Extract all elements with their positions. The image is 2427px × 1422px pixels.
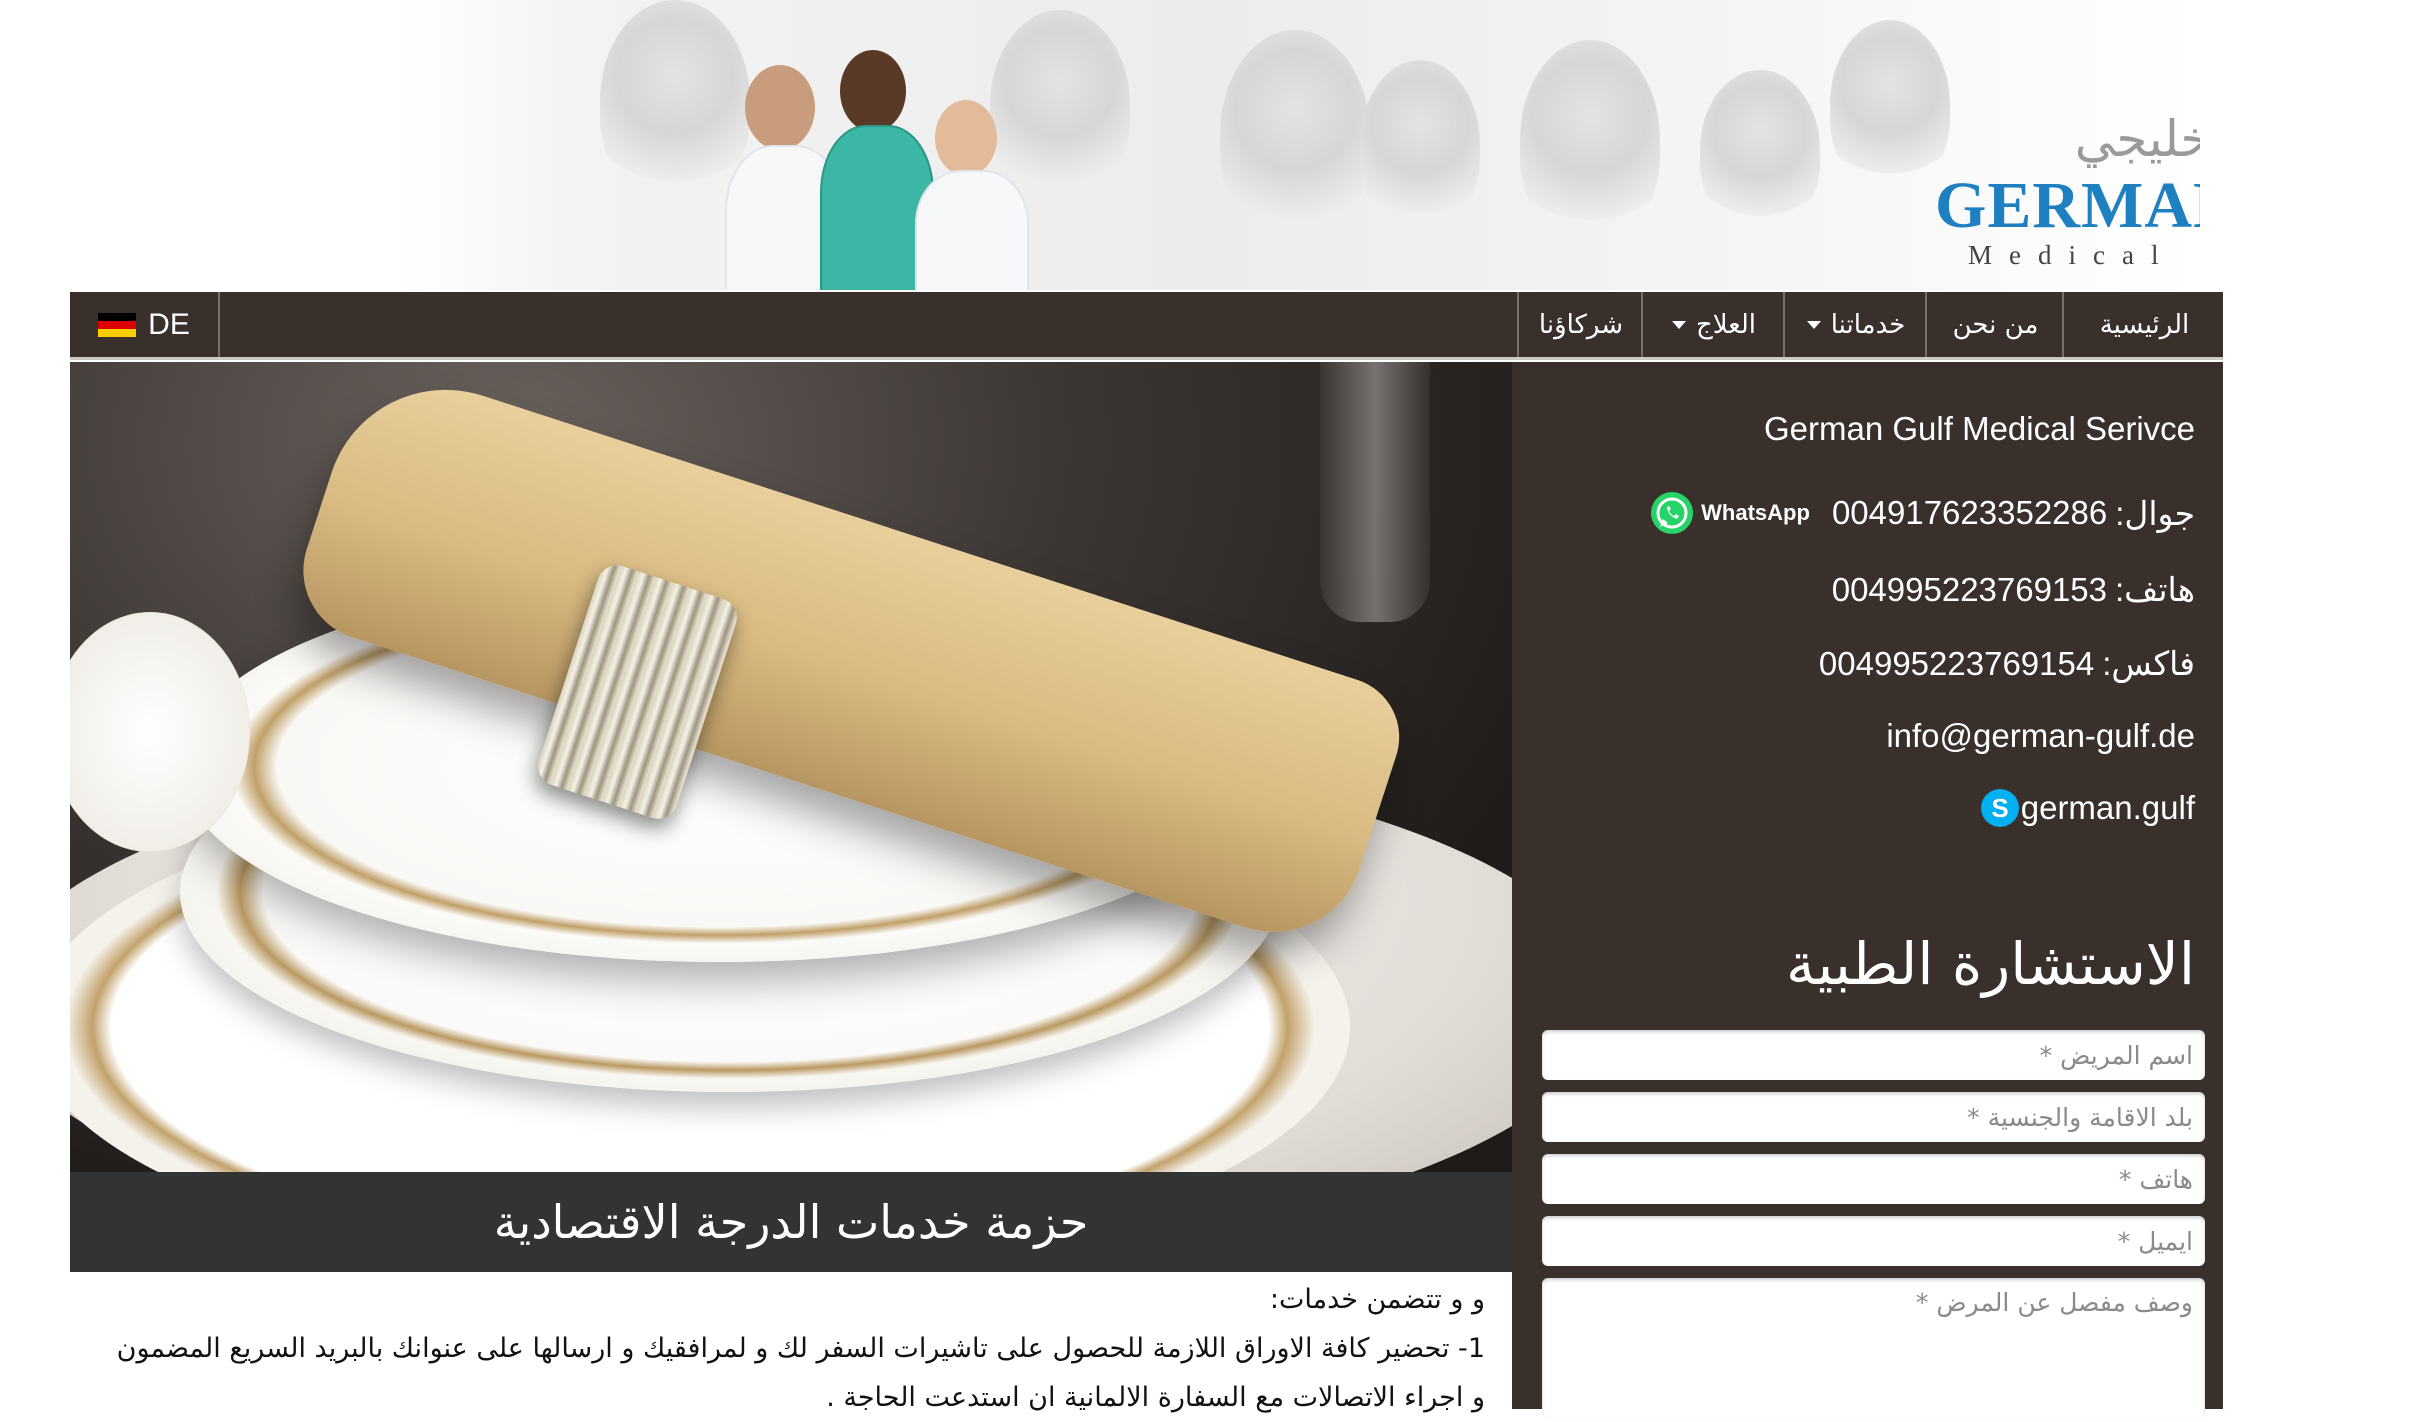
description-line: و و تتضمن خدمات: [1269,1284,1485,1315]
description-line: و اجراء الاتصالات مع السفارة الالمانية ا… [826,1382,1485,1413]
nav-about[interactable]: من نحن [1925,292,2064,357]
country-nationality-input[interactable] [1542,1092,2205,1142]
nav-partners[interactable]: شركاؤنا [1517,292,1643,357]
nav-partners-label: شركاؤنا [1538,309,1624,340]
package-description: و و تتضمن خدمات: 1- تحضير كافة الاوراق ا… [90,1275,1485,1422]
mobile-number[interactable]: 004917623352286 [1832,494,2107,532]
phone-row: هاتف: 004995223769153 [1832,570,2195,609]
company-name: German Gulf Medical Serivce [1764,410,2195,447]
fax-number: 004995223769154 [1818,644,2095,682]
mobile-row: جوال: 004917623352286 WhatsApp [1649,490,2195,536]
main-navbar: DE الرئيسية من نحن خدماتنا العلاج شركاؤن… [70,292,2223,360]
fax-row: فاكس: 004995223769154 [1819,644,2195,683]
skype-icon: S [1980,789,2019,827]
language-label: DE [148,307,190,341]
nav-services-dropdown[interactable]: خدماتنا [1783,292,1927,357]
consultation-form-title: الاستشارة الطبية [1785,930,2195,998]
banner-person-silhouette [1520,40,1660,240]
email-input[interactable] [1542,1216,2205,1266]
svg-text:S: S [1991,793,2008,823]
hero-image [70,362,1512,1172]
banner-person-silhouette [1830,20,1950,190]
header-banner: الألماني الخليجي GERMAN GULF Medical Ser… [400,0,2200,290]
illness-description-textarea[interactable] [1542,1278,2205,1418]
skype-row[interactable]: S german.gulf [1969,787,2195,829]
nav-treatment-dropdown[interactable]: العلاج [1641,292,1785,357]
email-link[interactable]: info@german-gulf.de [1886,717,2195,755]
doctors-group-image [705,40,1425,290]
whatsapp-icon [1651,492,1694,534]
hero-caption: حزمة خدمات الدرجة الاقتصادية [70,1172,1512,1272]
site-logo[interactable]: الألماني الخليجي GERMAN GULF Medical Ser… [1935,90,2200,280]
nav-home[interactable]: الرئيسية [2062,292,2225,357]
glass-shape [1320,362,1430,622]
nav-home-label: الرئيسية [2099,309,2190,340]
phone-input[interactable] [1542,1154,2205,1204]
phone-number[interactable]: 004995223769153 [1832,571,2107,609]
caret-down-icon [1806,320,1821,329]
mobile-label: جوال: [2115,494,2195,532]
nav-about-label: من نحن [1952,309,2039,340]
contact-sidebar: German Gulf Medical Serivce جوال: 004917… [1512,362,2223,1418]
logo-arabic-text: الألماني الخليجي [2074,110,2200,168]
whatsapp-badge[interactable]: WhatsApp [1649,490,1810,536]
skype-name: german.gulf [2020,789,2195,826]
phone-label: هاتف: [2115,571,2195,608]
nav-treatment-label: العلاج [1696,309,1756,340]
germany-flag-icon [98,312,137,337]
description-line: 1- تحضير كافة الاوراق اللازمة للحصول على… [116,1333,1485,1364]
banner-person-silhouette [1700,70,1820,230]
caret-down-icon [1672,320,1686,329]
logo-english-text: GERMAN GULF [1935,169,2200,242]
logo-subtitle: Medical Service [1968,240,2200,270]
language-switch-de[interactable]: DE [70,292,220,357]
nav-services-label: خدماتنا [1830,309,1906,340]
whatsapp-label: WhatsApp [1701,500,1810,525]
fax-label: فاكس: [2102,645,2195,682]
patient-name-input[interactable] [1542,1030,2205,1080]
